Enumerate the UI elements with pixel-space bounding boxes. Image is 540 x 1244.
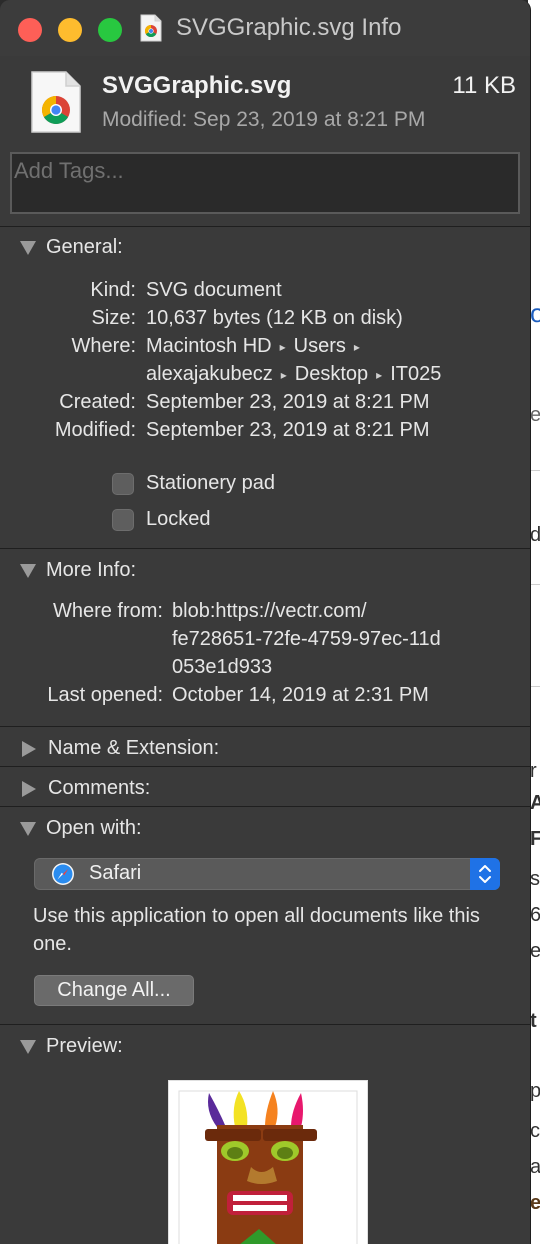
title-bar[interactable]: SVGGraphic.svg Info <box>0 0 530 56</box>
where-from-label: Where from: <box>52 600 163 622</box>
modified-summary: Modified: Sep 23, 2019 at 8:21 PM <box>102 108 426 131</box>
change-all-button[interactable]: Change All... <box>34 975 194 1006</box>
safari-icon <box>52 863 74 885</box>
section-divider <box>0 766 530 767</box>
created-label: Created: <box>59 391 136 413</box>
open-with-section-toggle[interactable]: Open with: <box>20 817 142 840</box>
file-header: SVGGraphic.svg 11 KB Modified: Sep 23, 2… <box>0 60 530 140</box>
zoom-button[interactable] <box>98 18 122 42</box>
preview-section-title: Preview: <box>46 1035 123 1057</box>
modified-label: Modified: <box>54 419 136 441</box>
path-item: alexajakubecz <box>146 363 273 385</box>
disclosure-down-icon <box>20 821 36 836</box>
where-label: Where: <box>71 335 136 357</box>
comments-section-title: Comments: <box>48 777 151 799</box>
path-separator-icon: ▸ <box>279 339 286 354</box>
kind-label: Kind: <box>90 279 136 301</box>
bg-fragment: c <box>530 1120 540 1142</box>
disclosure-down-icon <box>20 563 36 578</box>
where-from-line: blob:https://vectr.com/ <box>172 600 367 622</box>
disclosure-right-icon <box>22 780 36 797</box>
section-divider <box>0 726 530 727</box>
name-extension-section-toggle[interactable]: Name & Extension: <box>20 737 219 760</box>
modified-value: September 23, 2019 at 8:21 PM <box>146 419 430 441</box>
path-separator-icon: ▸ <box>280 367 287 382</box>
section-divider <box>0 226 530 227</box>
comments-section-toggle[interactable]: Comments: <box>20 777 150 800</box>
bg-fragment: r <box>530 760 537 782</box>
chevron-updown-icon <box>479 865 491 883</box>
minimize-button[interactable] <box>58 18 82 42</box>
preview-image <box>168 1080 368 1244</box>
where-path-line1: Macintosh HD ▸ Users ▸ <box>146 335 368 358</box>
chrome-document-icon <box>31 71 81 133</box>
path-item: Desktop <box>294 363 369 385</box>
section-divider <box>0 548 530 549</box>
bg-fragment: 6 <box>530 904 540 926</box>
disclosure-down-icon <box>20 1039 36 1054</box>
general-section-title: General: <box>46 236 123 258</box>
open-with-section-title: Open with: <box>46 817 142 839</box>
bg-fragment: d <box>530 524 540 546</box>
bg-fragment: A <box>530 792 540 814</box>
bg-fragment: p <box>530 1080 540 1102</box>
size-label: Size: <box>91 307 136 329</box>
path-item: IT025 <box>390 363 442 385</box>
general-section-toggle[interactable]: General: <box>20 236 123 259</box>
last-opened-label: Last opened: <box>47 684 163 706</box>
size-value: 10,637 bytes (12 KB on disk) <box>146 307 403 329</box>
bg-fragment: a <box>530 1156 540 1178</box>
path-item: Users <box>293 335 346 357</box>
where-from-line: fe728651-72fe-4759-97ec-11d <box>172 628 441 650</box>
bg-fragment: e <box>530 404 540 426</box>
kind-value: SVG document <box>146 279 282 301</box>
popup-stepper[interactable] <box>470 858 500 890</box>
path-separator-icon: ▸ <box>376 367 383 382</box>
more-info-section-title: More Info: <box>46 559 137 581</box>
selected-app-name: Safari <box>89 862 142 884</box>
disclosure-down-icon <box>20 240 36 255</box>
path-separator-icon: ▸ <box>353 339 360 354</box>
bg-fragment: F <box>530 828 540 850</box>
where-from-line: 053e1d933 <box>172 656 273 678</box>
bg-fragment: e <box>530 1192 540 1214</box>
file-size: 11 KB <box>452 72 516 99</box>
tags-placeholder: Add Tags... <box>14 158 124 183</box>
where-path-line2: alexajakubecz ▸ Desktop ▸ IT025 <box>146 363 441 386</box>
disclosure-right-icon <box>22 740 36 757</box>
name-extension-section-title: Name & Extension: <box>48 737 220 759</box>
close-button[interactable] <box>18 18 42 42</box>
bg-fragment: t <box>530 1010 537 1032</box>
created-value: September 23, 2019 at 8:21 PM <box>146 391 430 413</box>
locked-label: Locked <box>146 508 211 530</box>
open-with-description: Use this application to open all documen… <box>33 905 480 955</box>
window-title: SVGGraphic.svg Info <box>176 14 402 41</box>
locked-checkbox[interactable] <box>112 509 134 531</box>
stationery-pad-label: Stationery pad <box>146 472 275 494</box>
document-icon <box>140 14 162 42</box>
stationery-pad-checkbox[interactable] <box>112 473 134 495</box>
bg-fragment: o <box>530 298 540 328</box>
more-info-section-toggle[interactable]: More Info: <box>20 559 136 582</box>
path-item: Macintosh HD <box>146 335 272 357</box>
last-opened-value: October 14, 2019 at 2:31 PM <box>172 684 429 706</box>
file-name: SVGGraphic.svg <box>102 72 292 99</box>
bg-fragment: e <box>530 940 540 962</box>
bg-fragment: s <box>530 868 540 890</box>
open-with-popup[interactable]: Safari <box>34 858 500 890</box>
tags-field[interactable]: Add Tags... <box>10 152 520 214</box>
section-divider <box>0 1024 530 1025</box>
preview-section-toggle[interactable]: Preview: <box>20 1035 123 1058</box>
section-divider <box>0 806 530 807</box>
tiki-mask-preview <box>178 1090 358 1244</box>
info-window: SVGGraphic.svg Info SVGGraphic.svg 11 KB… <box>0 0 531 1244</box>
